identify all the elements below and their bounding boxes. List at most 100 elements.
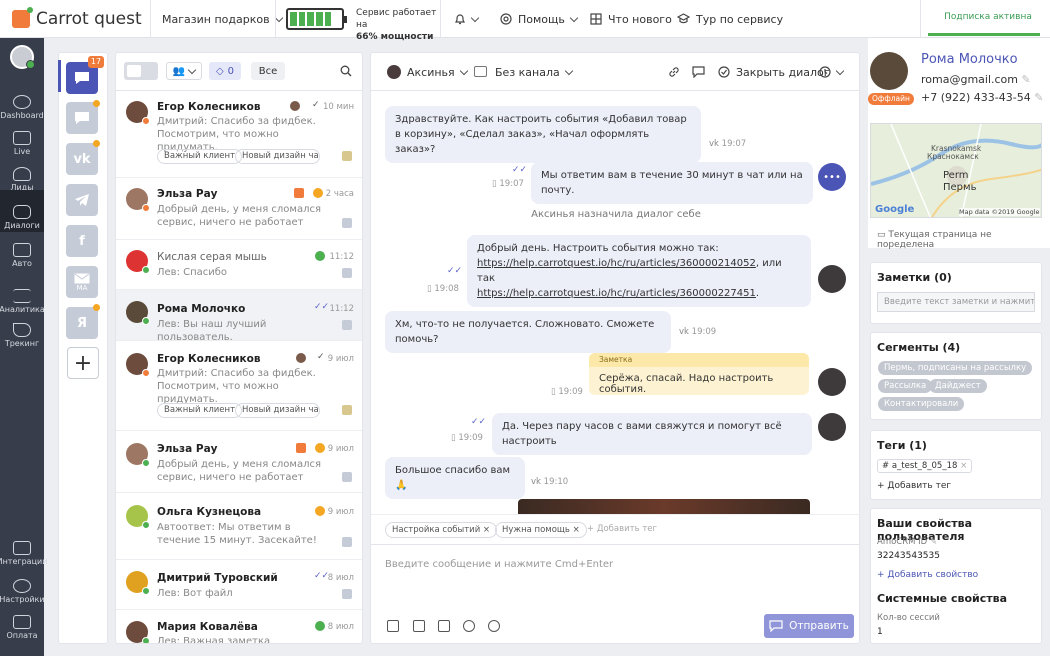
assignee-filter[interactable]: 👥: [166, 62, 202, 80]
dialog-tag[interactable]: Нужна помощь ×: [495, 522, 587, 538]
nav-dialogs[interactable]: Диалоги: [0, 190, 44, 232]
channel-chat[interactable]: [66, 102, 98, 134]
pencil-icon[interactable]: ✎: [1034, 91, 1043, 104]
whats-new-label: Что нового: [608, 12, 672, 26]
subscription-status[interactable]: Подписка активна: [938, 12, 1038, 22]
add-tag-button[interactable]: + Добавить тег: [877, 481, 951, 491]
system-properties-title: Системные свойства: [877, 592, 1007, 605]
segments-panel: Сегменты (4) Пермь, подписаны на рассылк…: [870, 332, 1042, 420]
status-dot: [142, 117, 150, 125]
auto-assign-toggle[interactable]: [124, 62, 158, 80]
segment-chip[interactable]: Пермь, подписаны на рассылку: [878, 361, 1033, 375]
segment-chip[interactable]: Рассылка: [878, 379, 933, 393]
close-dialog-button[interactable]: Закрыть диалог: [718, 53, 830, 91]
conversation-item[interactable]: Кислая серая мышь 11:12 Лев: Спасибо: [116, 240, 362, 290]
help-link-2[interactable]: https://help.carrotquest.io/hc/ru/articl…: [477, 288, 756, 299]
outgoing-message: Мы ответим вам в течение 30 минут в чат …: [531, 162, 813, 204]
contact-name: Эльза Рау: [157, 188, 218, 200]
avatar: [126, 188, 150, 212]
dialog-tag[interactable]: Настройка событий ×: [385, 522, 498, 538]
conversation-item[interactable]: Дмитрий Туровский ✓✓ 8 июл Лев: Вот файл: [116, 560, 362, 610]
add-property-button[interactable]: + Добавить свойство: [877, 570, 978, 580]
note-text: Серёжа, спасай. Надо настроить события.: [599, 373, 774, 395]
conversation-item-selected[interactable]: Рома Молочко ✓✓ 11:12 Лев: Вы наш лучший…: [116, 290, 362, 343]
conversation-item[interactable]: Эльза Рау 9 июл Добрый день, у меня слом…: [116, 431, 362, 493]
nav-live[interactable]: Live: [0, 118, 44, 158]
sessions-value: 1: [877, 627, 883, 637]
user-tag[interactable]: # a_test_8_05_18 ×: [877, 459, 973, 473]
conversation-time: 2 часа: [325, 189, 354, 199]
help-label: Помощь: [518, 12, 565, 26]
channel-facebook[interactable]: f: [66, 225, 98, 257]
channel-email[interactable]: MA: [66, 266, 98, 298]
slash-command-icon[interactable]: [413, 620, 425, 632]
nav-settings[interactable]: Настройки: [0, 566, 45, 606]
channel-telegram[interactable]: [66, 184, 98, 216]
nav-auto[interactable]: Авто: [0, 232, 44, 270]
tag-filter[interactable]: ◇ 0: [209, 62, 241, 80]
snooze-menu[interactable]: [819, 53, 845, 91]
help-link-1[interactable]: https://help.carrotquest.io/hc/ru/articl…: [477, 258, 756, 269]
search-icon[interactable]: [340, 65, 352, 77]
template-icon[interactable]: [387, 620, 399, 632]
conversation-item[interactable]: Ольга Кузнецова 9 июл Автоответ: Мы отве…: [116, 493, 362, 560]
add-tag-button[interactable]: + Добавить тег: [587, 524, 657, 534]
logo[interactable]: Carrot quest: [12, 7, 152, 30]
add-channel-button[interactable]: +: [67, 347, 99, 379]
nav-billing[interactable]: Оплата: [0, 602, 44, 642]
check-circle-icon: [718, 66, 730, 78]
send-button[interactable]: Отправить: [764, 614, 854, 638]
properties-panel: Ваши свойства пользователя AmoCRM ID ✎ 3…: [870, 508, 1042, 644]
all-filter[interactable]: Все: [251, 62, 285, 80]
logo-text: Carrot quest: [36, 9, 142, 29]
channel-selector[interactable]: Без канала: [495, 53, 573, 91]
location-map[interactable]: Krasnokamsk Краснокамск Perm Пермь Googl…: [870, 123, 1042, 218]
pencil-icon[interactable]: ✎: [1022, 73, 1031, 86]
channel-yandex[interactable]: Я: [66, 307, 98, 339]
nav-tracking[interactable]: Трекинг: [0, 310, 44, 350]
comment-icon[interactable]: [692, 66, 705, 78]
battery-cell: [290, 12, 297, 26]
emoji-icon[interactable]: [488, 620, 500, 632]
bell-icon: [455, 14, 465, 25]
conversation-item[interactable]: Мария Ковалёва 8 июл Лев: Важная заметка: [116, 610, 362, 643]
knowledge-base-icon[interactable]: [438, 620, 450, 632]
channel-notification-dot: [93, 140, 100, 147]
document-icon: ▭: [877, 230, 889, 240]
tour-link[interactable]: Тур по сервису: [677, 0, 783, 38]
profile-name[interactable]: Рома Молочко: [921, 52, 1018, 67]
nav-leads[interactable]: Лиды: [0, 154, 44, 194]
unread-badge: 17: [88, 56, 104, 68]
facebook-icon: f: [79, 233, 85, 249]
bot-avatar: •••: [818, 163, 846, 191]
image-attachment[interactable]: [518, 499, 810, 514]
operator-avatar[interactable]: [10, 45, 35, 69]
system-message: Аксинья назначила диалог себе: [531, 209, 701, 220]
segment-chip[interactable]: Контактировали: [878, 397, 965, 411]
power-line-2: 66% мощности: [356, 32, 434, 42]
conversation-item[interactable]: Егор Колесников ✓ 10 мин Дмитрий: Спасиб…: [116, 91, 362, 178]
help-menu[interactable]: Помощь: [500, 0, 579, 38]
tour-label: Тур по сервису: [696, 12, 784, 26]
notifications-button[interactable]: [454, 0, 480, 38]
note-input[interactable]: Введите текст заметки и нажмите...: [877, 292, 1035, 312]
shop-selector[interactable]: Магазин подарков: [162, 0, 283, 38]
nav-integrations[interactable]: Интеграции: [0, 528, 47, 568]
conversation-tag: Важный клиент: [157, 403, 243, 418]
yandex-icon: Я: [76, 315, 87, 331]
nav-label: Оплата: [6, 631, 38, 640]
assignee-selector[interactable]: Аксинья: [407, 53, 468, 91]
incoming-message: Здравствуйте. Как настроить события «Доб…: [385, 106, 701, 163]
conversation-item[interactable]: Эльза Рау 2 часа Добрый день, у меня сло…: [116, 178, 362, 240]
pencil-icon[interactable]: ✎: [930, 537, 937, 547]
close-icon[interactable]: ×: [960, 461, 967, 471]
nav-dashboard[interactable]: Dashboard: [0, 82, 44, 122]
message-input[interactable]: Введите сообщение и нажмите Cmd+Enter: [385, 559, 613, 570]
profile-phone: +7 (922) 433-43-54 ✎: [921, 91, 1044, 104]
segment-chip[interactable]: Дайджест: [929, 379, 987, 393]
conversation-item[interactable]: Егор Колесников ✓ 9 июл Дмитрий: Спасибо…: [116, 341, 362, 431]
link-icon[interactable]: [668, 66, 680, 78]
paperclip-icon[interactable]: [463, 620, 475, 632]
channel-vk[interactable]: vk: [66, 143, 98, 175]
whats-new-link[interactable]: Что нового: [590, 0, 672, 38]
